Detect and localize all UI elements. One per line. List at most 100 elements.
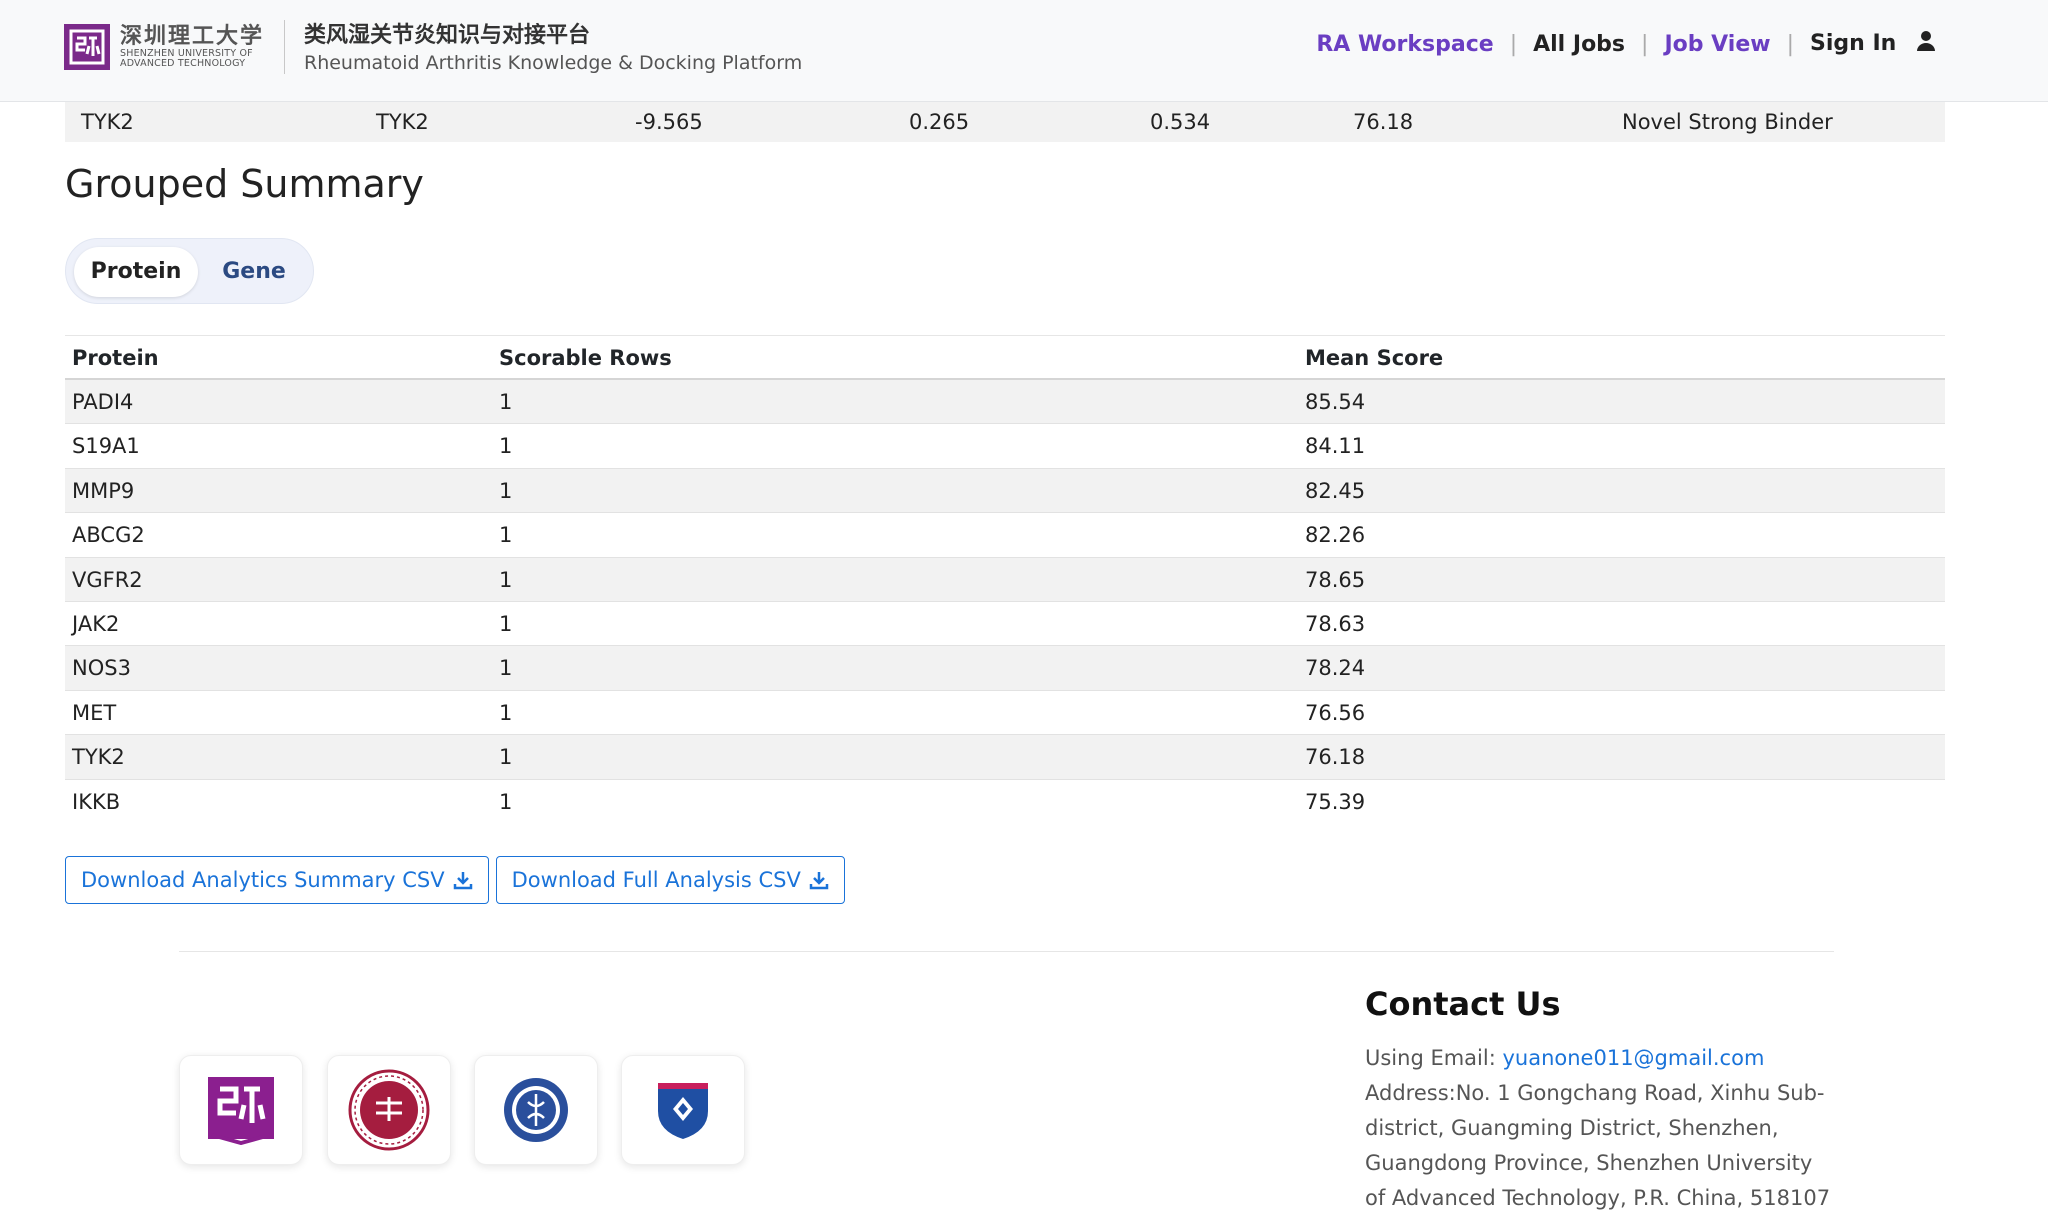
contact-email-line: Using Email: yuanone011@gmail.com — [1365, 1041, 1845, 1076]
cell-rows: 1 — [499, 567, 513, 592]
table-row: S19A1 1 84.11 — [65, 424, 1945, 469]
email-link[interactable]: yuanone011@gmail.com — [1502, 1046, 1764, 1070]
download-full-analysis-label: Download Full Analysis CSV — [511, 868, 801, 892]
cell-protein: JAK2 — [72, 611, 120, 636]
header: 深圳理工大学 SHENZHEN UNIVERSITY OF ADVANCED T… — [0, 0, 2048, 102]
cell-mean: 78.24 — [1305, 656, 1366, 681]
cell-rows: 1 — [499, 434, 513, 459]
table-row: MET 1 76.56 — [65, 691, 1945, 736]
sign-in-label: Sign In — [1810, 31, 1897, 56]
cell-mean: 76.56 — [1305, 700, 1366, 725]
cell-mean: 76.18 — [1305, 745, 1366, 770]
nav-ra-workspace[interactable]: RA Workspace — [1316, 32, 1493, 57]
footer-divider — [179, 951, 1834, 952]
download-icon — [453, 872, 472, 890]
suat-emblem-icon — [208, 1077, 274, 1145]
tab-gene[interactable]: Gene — [204, 247, 304, 297]
table-row: PADI4 1 85.54 — [65, 380, 1945, 425]
cell-label: Novel Strong Binder — [1622, 110, 1833, 134]
cell-value: 0.534 — [1150, 110, 1211, 134]
table-row: TYK2 TYK2 -9.565 0.265 0.534 76.18 Novel… — [65, 102, 1945, 142]
table-row: JAK2 1 78.63 — [65, 602, 1945, 647]
header-divider — [284, 20, 285, 74]
cell-protein: IKKB — [72, 789, 121, 814]
column-header-mean-score[interactable]: Mean Score — [1305, 346, 1443, 370]
cell-mean: 82.26 — [1305, 523, 1366, 548]
table-row: ABCG2 1 82.26 — [65, 513, 1945, 558]
nav-separator: | — [1786, 31, 1795, 57]
column-header-protein[interactable]: Protein — [72, 346, 159, 370]
cell-gene: TYK2 — [376, 110, 429, 134]
cell-affinity: -9.565 — [635, 110, 703, 134]
address-line: Address:No. 1 Gongchang Road, Xinhu Sub- — [1365, 1081, 1825, 1105]
cell-protein: TYK2 — [72, 745, 125, 770]
partner-logo-shield[interactable] — [621, 1055, 745, 1165]
partner-logo-szu[interactable] — [327, 1055, 451, 1165]
cell-rows: 1 — [499, 478, 513, 503]
cell-protein: MMP9 — [72, 478, 135, 503]
user-icon — [1916, 30, 1936, 58]
download-buttons: Download Analytics Summary CSV Download … — [65, 856, 852, 904]
cell-protein: ABCG2 — [72, 523, 145, 548]
cell-rows: 1 — [499, 390, 513, 414]
column-header-scorable-rows[interactable]: Scorable Rows — [499, 346, 672, 370]
download-analytics-summary-label: Download Analytics Summary CSV — [81, 868, 445, 892]
cell-mean: 84.11 — [1305, 434, 1366, 459]
section-title: Grouped Summary — [65, 162, 424, 206]
cell-mean: 78.65 — [1305, 567, 1366, 592]
download-icon — [809, 872, 829, 890]
nav-all-jobs[interactable]: All Jobs — [1533, 32, 1625, 57]
partner-logo-suat[interactable] — [179, 1055, 303, 1165]
table-row: MMP9 1 82.45 — [65, 468, 1945, 514]
main-nav: RA Workspace | All Jobs | Job View | Sig… — [1316, 30, 1936, 58]
table-row: IKKB 1 75.39 — [65, 780, 1945, 824]
nav-separator: | — [1641, 31, 1649, 57]
cell-rows: 1 — [499, 611, 513, 636]
contact-title: Contact Us — [1365, 985, 1561, 1023]
table-body: PADI4 1 85.54 S19A1 1 84.11 MMP9 1 82.45 ABCG2… — [65, 380, 1945, 824]
address-line: of Advanced Technology, P.R. China, 5181… — [1365, 1186, 1831, 1210]
address-line: district, Guangming District, Shenzhen, — [1365, 1116, 1779, 1140]
platform-title: 类风湿关节炎知识与对接平台 Rheumatoid Arthritis Knowl… — [304, 22, 802, 76]
email-label: Using Email: — [1365, 1046, 1503, 1070]
grouped-summary-table: Protein Scorable Rows Mean Score PADI4 1 8… — [65, 335, 1945, 824]
cell-protein: PADI4 — [72, 390, 134, 414]
table-row: TYK2 1 76.18 — [65, 735, 1945, 780]
institute-seal-icon — [504, 1078, 568, 1142]
cell-rows: 1 — [499, 700, 513, 725]
download-analytics-summary-button[interactable]: Download Analytics Summary CSV — [65, 856, 489, 904]
partner-logo-institute[interactable] — [474, 1055, 598, 1165]
platform-title-en: Rheumatoid Arthritis Knowledge & Docking… — [304, 52, 803, 74]
szu-seal-icon — [348, 1069, 430, 1151]
university-logo[interactable]: 深圳理工大学 SHENZHEN UNIVERSITY OF ADVANCED T… — [64, 24, 264, 70]
platform-title-cn: 类风湿关节炎知识与对接平台 — [304, 23, 591, 48]
cell-score: 76.18 — [1353, 110, 1414, 134]
cell-value: 0.265 — [909, 110, 970, 134]
table-row: VGFR2 1 78.65 — [65, 557, 1945, 602]
nav-job-view[interactable]: Job View — [1664, 32, 1770, 57]
cell-mean: 85.54 — [1305, 390, 1366, 414]
nav-sign-in[interactable]: Sign In — [1810, 30, 1936, 58]
cell-rows: 1 — [499, 656, 513, 681]
table-row: NOS3 1 78.24 — [65, 646, 1945, 691]
cell-rows: 1 — [499, 789, 513, 814]
nav-separator: | — [1509, 31, 1518, 57]
table-header: Protein Scorable Rows Mean Score — [65, 335, 1945, 380]
cell-mean: 75.39 — [1305, 789, 1366, 814]
download-full-analysis-button[interactable]: Download Full Analysis CSV — [495, 856, 845, 904]
cell-rows: 1 — [499, 523, 513, 548]
cell-protein: MET — [72, 700, 117, 725]
group-tabs: Protein Gene — [65, 238, 314, 304]
cell-mean: 78.63 — [1305, 611, 1366, 636]
university-name-cn: 深圳理工大学 — [120, 23, 265, 50]
cell-mean: 82.45 — [1305, 478, 1366, 503]
cell-rows: 1 — [499, 745, 513, 770]
cell-protein: S19A1 — [72, 434, 140, 459]
cell-protein: VGFR2 — [72, 567, 143, 592]
contact-section: Contact Us Using Email: yuanone011@gmail… — [1365, 985, 1845, 1216]
cell-protein: NOS3 — [72, 656, 131, 681]
cell-protein: TYK2 — [81, 110, 134, 134]
tab-protein[interactable]: Protein — [74, 247, 198, 297]
shield-icon — [658, 1083, 708, 1139]
university-name-en-line2: ADVANCED TECHNOLOGY — [120, 57, 246, 69]
